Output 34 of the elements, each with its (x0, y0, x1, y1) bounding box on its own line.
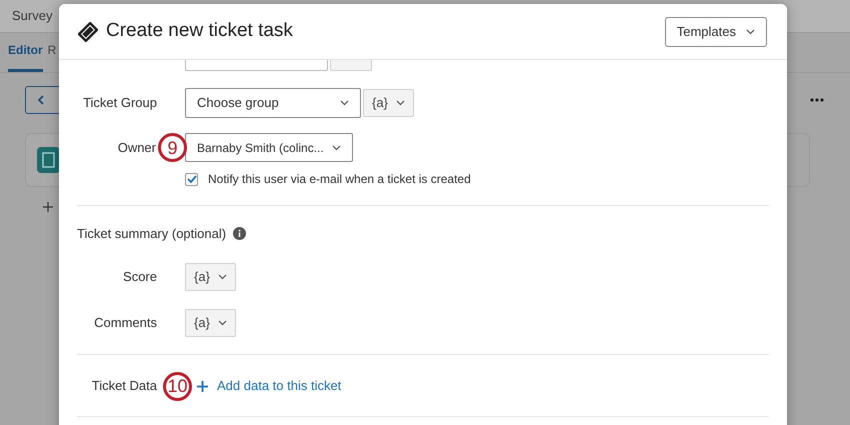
checkbox[interactable] (185, 172, 198, 186)
field-label: Ticket Data (90, 377, 157, 396)
clipboard-icon (37, 147, 60, 173)
templates-dropdown[interactable]: Templates (664, 16, 767, 46)
piped-text-dropdown[interactable]: {a} (363, 89, 414, 117)
checkbox-label: Notify this user via e-mail when a ticket is created (208, 171, 471, 188)
tab[interactable]: Editor (8, 41, 43, 72)
chevron-down-icon (218, 274, 227, 280)
chevron-down-icon (746, 28, 755, 34)
section-heading: Ticket summary (optional) (77, 225, 226, 243)
field-label: Comments (93, 314, 157, 332)
add-data-link[interactable]: Add data to this ticket (217, 376, 342, 396)
chevron-down-icon (396, 100, 405, 106)
field-label: Ticket Group (82, 94, 157, 112)
piped-text-dropdown[interactable]: {a} (185, 308, 236, 336)
chevron-down-icon (332, 144, 341, 150)
piped-text-dropdown[interactable]: {a} (185, 262, 236, 290)
step-number-badge: 10 (163, 372, 192, 400)
app-title: Survey (12, 7, 52, 26)
plus-icon (43, 202, 53, 212)
field-label: Owner (116, 138, 156, 157)
chevron-left-icon (38, 95, 44, 105)
checkmark-icon (186, 175, 196, 183)
info-icon[interactable] (233, 227, 246, 240)
owner-select[interactable]: Barnaby Smith (colinc... (185, 133, 353, 162)
dialog-title: Create new ticket task (106, 19, 293, 44)
group-select[interactable]: Choose group (185, 88, 361, 118)
tab[interactable]: R (48, 41, 56, 72)
chevron-down-icon (218, 320, 227, 326)
plus-icon (197, 380, 208, 392)
step-number-badge: 9 (158, 133, 187, 162)
chevron-down-icon (340, 100, 349, 106)
more-options-icon[interactable] (810, 98, 824, 102)
field-label: Score (122, 268, 157, 286)
